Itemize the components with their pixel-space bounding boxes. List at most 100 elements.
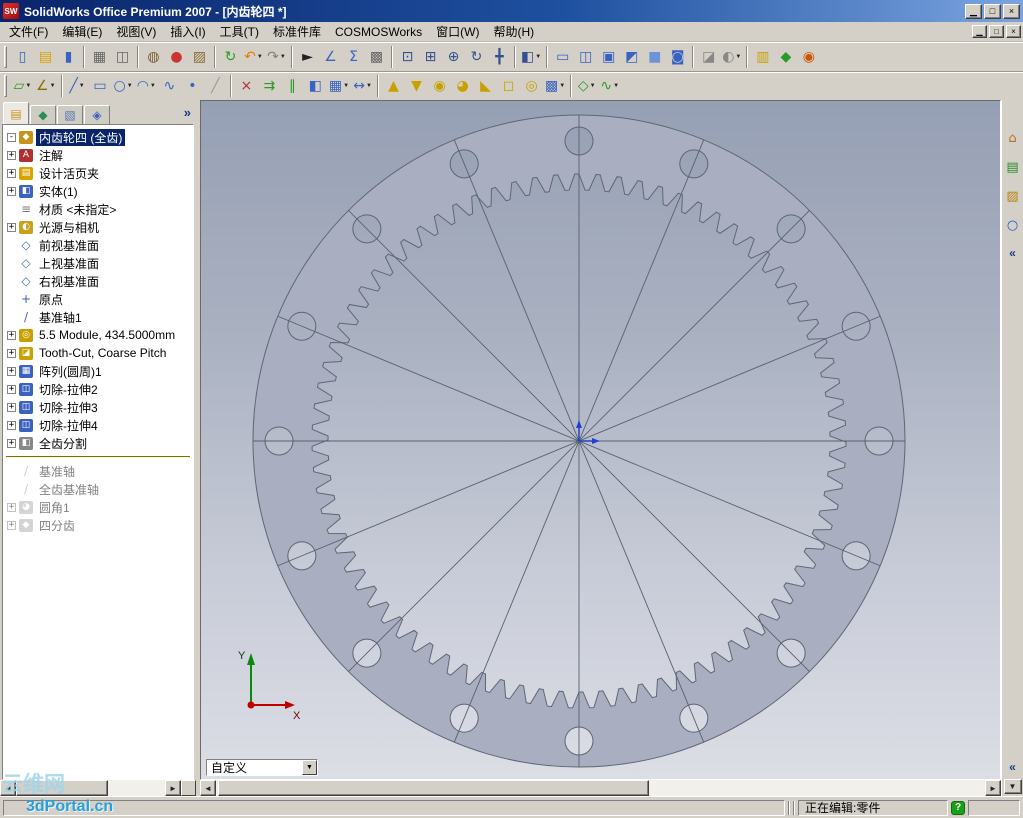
expander-icon[interactable]: + xyxy=(7,366,16,376)
tree-item-axis1[interactable]: / 基准轴1 xyxy=(3,308,193,326)
viewport-horizontal-scrollbar[interactable]: ◄ ► xyxy=(200,780,1001,796)
expander-icon[interactable]: + xyxy=(7,502,16,512)
edit-appearance-button[interactable]: ● xyxy=(165,46,188,68)
reference-geometry-button[interactable]: ◇ ▼ xyxy=(575,75,598,97)
tab-propertymanager[interactable]: ◆ xyxy=(30,105,56,124)
print-preview-button[interactable]: ◫ xyxy=(111,46,134,68)
tree-item-lights-and-cameras[interactable]: + ◐ 光源与相机 xyxy=(3,218,193,236)
section-view-button[interactable]: ◪ xyxy=(697,46,720,68)
shadows-in-shaded-mode-button[interactable]: ◙ xyxy=(666,46,689,68)
graphics-viewport[interactable]: Y X 自定义 ▼ xyxy=(200,100,1001,780)
new-document-button[interactable]: ▯ xyxy=(11,46,34,68)
scroll-down-icon[interactable]: ▼ xyxy=(1003,779,1022,794)
expander-icon[interactable]: + xyxy=(7,402,16,412)
move-entities-dropdown-icon[interactable]: ▼ xyxy=(366,83,372,89)
scroll-right-icon[interactable]: ► xyxy=(165,780,181,796)
trim-entities-button[interactable]: × xyxy=(235,75,258,97)
tree-item-right-plane[interactable]: ◇ 右视基准面 xyxy=(3,272,193,290)
circular-pattern-dropdown-icon[interactable]: ▼ xyxy=(559,83,565,89)
shell-button[interactable]: ◻ xyxy=(497,75,520,97)
doc-close-button[interactable]: × xyxy=(1006,25,1021,38)
task-pane-collapse-icon[interactable]: « xyxy=(1004,245,1022,261)
line-button[interactable]: ╱ ▼ xyxy=(66,75,89,97)
rebuild-button[interactable]: ↻ xyxy=(219,46,242,68)
hole-wizard-button[interactable]: ◎ xyxy=(520,75,543,97)
centerline-button[interactable]: ╱ xyxy=(204,75,227,97)
expander-icon[interactable]: + xyxy=(7,168,16,178)
tree-item-solid-bodies-folder[interactable]: + ◧ 实体(1) xyxy=(3,182,193,200)
expander-icon[interactable]: + xyxy=(7,186,16,196)
tree-item-part[interactable]: - ◆ 内齿轮四 (全齿) xyxy=(3,128,193,146)
hidden-lines-visible-button[interactable]: ◫ xyxy=(574,46,597,68)
redo-button[interactable]: ↷ ▼ xyxy=(265,46,288,68)
gear-drawing[interactable] xyxy=(201,101,1001,780)
tree-item-circular-pattern1[interactable]: + ▦ 阵列(圆周)1 xyxy=(3,362,193,380)
revolved-boss-button[interactable]: ◉ xyxy=(428,75,451,97)
sketch-button[interactable]: ▱ ▼ xyxy=(11,75,34,97)
tree-item-tooth-cut-feature[interactable]: + ◪ Tooth-Cut, Coarse Pitch xyxy=(3,344,193,362)
convert-entities-button[interactable]: ⇉ xyxy=(258,75,281,97)
reference-geometry-dropdown-icon[interactable]: ▼ xyxy=(590,83,596,89)
design-library-button[interactable]: ▤ xyxy=(1003,157,1023,177)
menu-item-1[interactable]: 文件(F) xyxy=(2,21,55,42)
menu-item-9[interactable]: 帮助(H) xyxy=(486,21,541,42)
toolbox-button[interactable]: ▥ xyxy=(751,46,774,68)
view-orientation-dropdown-icon[interactable]: ▼ xyxy=(735,54,741,60)
menu-item-2[interactable]: 编辑(E) xyxy=(55,21,109,42)
tab-cosmosworks-manager[interactable]: ◈ xyxy=(84,105,110,124)
expander-icon[interactable]: - xyxy=(7,132,16,142)
undo-button[interactable]: ↶ ▼ xyxy=(242,46,265,68)
menu-item-4[interactable]: 插入(I) xyxy=(163,21,212,42)
expander-icon[interactable]: + xyxy=(7,438,16,448)
options-button[interactable]: ▩ xyxy=(365,46,388,68)
tree-item-design-binder[interactable]: + ▤ 设计活页夹 xyxy=(3,164,193,182)
chamfer-button[interactable]: ◣ xyxy=(474,75,497,97)
point-button[interactable]: • xyxy=(181,75,204,97)
line-dropdown-icon[interactable]: ▼ xyxy=(79,83,85,89)
tree-item-cut-extrude2[interactable]: + ◫ 切除-拉伸2 xyxy=(3,380,193,398)
pan-button[interactable]: ╋ xyxy=(488,46,511,68)
tree-item-material[interactable]: ≡ 材质 <未指定> xyxy=(3,200,193,218)
tree-item-front-plane[interactable]: ◇ 前视基准面 xyxy=(3,236,193,254)
save-button[interactable]: ▮ xyxy=(57,46,80,68)
sketch-dropdown-icon[interactable]: ▼ xyxy=(25,83,31,89)
minimize-button[interactable]: ▁ xyxy=(965,3,982,19)
expander-icon[interactable]: + xyxy=(7,348,16,358)
measure-button[interactable]: ∠ xyxy=(319,46,342,68)
menu-item-5[interactable]: 工具(T) xyxy=(213,21,266,42)
expander-icon[interactable]: + xyxy=(7,330,16,340)
expander-icon[interactable]: + xyxy=(7,384,16,394)
toolbar-grip[interactable] xyxy=(4,46,7,68)
zoom-in-out-button[interactable]: ⊕ xyxy=(442,46,465,68)
arc-dropdown-icon[interactable]: ▼ xyxy=(150,83,156,89)
wireframe-button[interactable]: ▭ xyxy=(551,46,574,68)
scroll-left-icon[interactable]: ◄ xyxy=(200,780,216,796)
expander-icon[interactable]: + xyxy=(7,520,16,530)
view-orientation-button[interactable]: ◐ ▼ xyxy=(720,46,743,68)
smart-dimension-dropdown-icon[interactable]: ▼ xyxy=(50,83,56,89)
redo-dropdown-icon[interactable]: ▼ xyxy=(280,54,286,60)
combo-dropdown-icon[interactable]: ▼ xyxy=(302,760,317,775)
arc-button[interactable]: ◠ ▼ xyxy=(135,75,158,97)
expander-icon[interactable]: + xyxy=(7,420,16,430)
rollback-bar[interactable] xyxy=(6,456,190,458)
linear-sketch-pattern-button[interactable]: ▦ ▼ xyxy=(327,75,351,97)
tree-item-cut-extrude3[interactable]: + ◫ 切除-拉伸3 xyxy=(3,398,193,416)
print-button[interactable]: ▦ xyxy=(88,46,111,68)
spline-button[interactable]: ∿ xyxy=(158,75,181,97)
tree-item-axis-suppressed[interactable]: / 基准轴 xyxy=(3,462,193,480)
tree-item-fillet1-suppressed[interactable]: + ◕ 圆角1 xyxy=(3,498,193,516)
rotate-view-button[interactable]: ↻ xyxy=(465,46,488,68)
tab-configurationmanager[interactable]: ▧ xyxy=(57,105,83,124)
extruded-boss-button[interactable]: ▲ xyxy=(382,75,405,97)
standard-views-button[interactable]: ◧ ▼ xyxy=(519,46,543,68)
undo-dropdown-icon[interactable]: ▼ xyxy=(257,54,263,60)
task-pane-collapse-bottom-icon[interactable]: « xyxy=(1004,759,1022,775)
photoworks-render-button[interactable]: ◍ xyxy=(142,46,165,68)
expander-icon[interactable]: + xyxy=(7,222,16,232)
file-explorer-button[interactable]: ▨ xyxy=(1003,186,1023,206)
tree-item-quarter-tooth-suppressed[interactable]: + ◆ 四分齿 xyxy=(3,516,193,534)
expander-icon[interactable]: + xyxy=(7,150,16,160)
mirror-entities-button[interactable]: ◧ xyxy=(304,75,327,97)
cosmosworks-tools-button[interactable]: ◆ xyxy=(774,46,797,68)
